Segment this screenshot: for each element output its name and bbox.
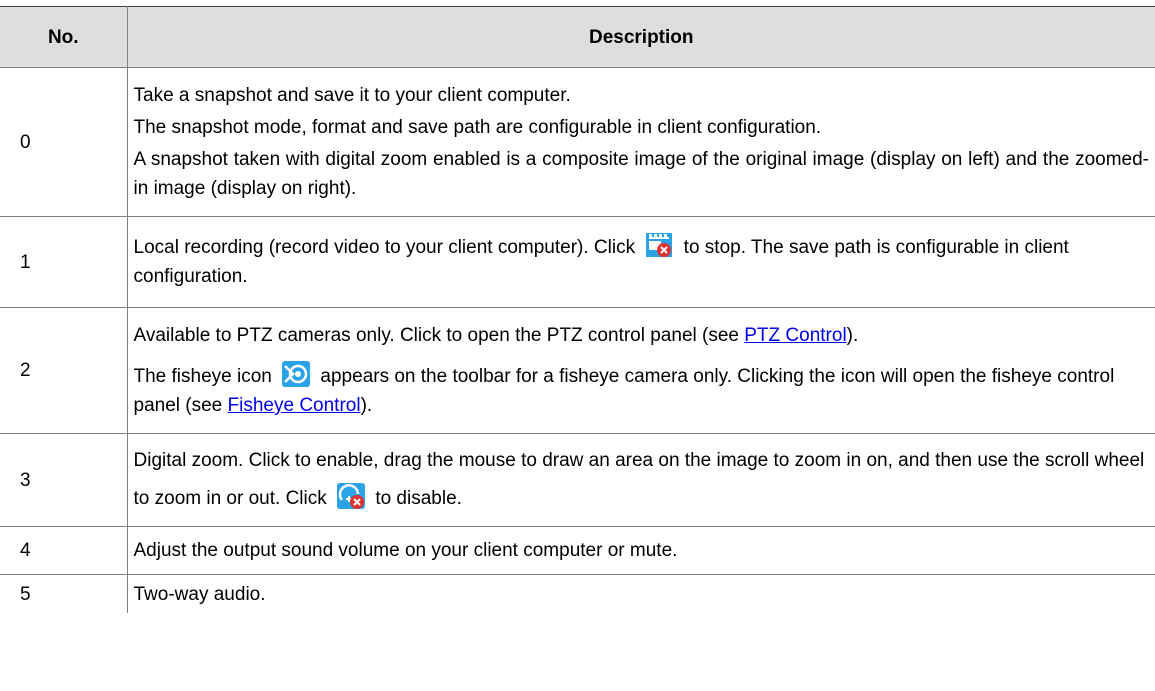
fisheye-control-link[interactable]: Fisheye Control [228, 395, 361, 416]
description-line: Local recording (record video to your cl… [133, 231, 1150, 291]
row-description: Two-way audio. [126, 574, 1155, 613]
table-header-row: No. Description [0, 6, 1155, 68]
description-text: to disable. [375, 488, 462, 509]
description-text: The fisheye icon [133, 366, 272, 387]
description-text: ). [360, 395, 373, 416]
stop-recording-icon [644, 231, 674, 259]
row-description: Local recording (record video to your cl… [126, 216, 1155, 308]
table-row: 5 Two-way audio. [0, 574, 1155, 613]
table-row: 1 Local recording (record video to your … [0, 216, 1155, 308]
table-row: 3 Digital zoom. Click to enable, drag th… [0, 433, 1155, 527]
fisheye-icon [281, 360, 311, 388]
ptz-control-link[interactable]: PTZ Control [744, 325, 846, 346]
header-no: No. [0, 6, 128, 68]
description-line: The fisheye icon appears on the toolbar … [133, 360, 1150, 420]
description-line: The snapshot mode, format and save path … [133, 117, 822, 138]
description-text: Digital zoom. Click to enable, drag the … [133, 450, 1145, 509]
description-text: Local recording (record video to your cl… [133, 237, 636, 258]
row-description: Digital zoom. Click to enable, drag the … [126, 433, 1155, 527]
row-number: 2 [0, 307, 128, 434]
table-row: 2 Available to PTZ cameras only. Click t… [0, 307, 1155, 434]
description-line: Take a snapshot and save it to your clie… [133, 85, 571, 106]
row-number: 4 [0, 526, 128, 575]
row-number: 5 [0, 574, 128, 613]
description-line: A snapshot taken with digital zoom enabl… [133, 149, 1150, 199]
table-row: 0 Take a snapshot and save it to your cl… [0, 67, 1155, 217]
description-text: Available to PTZ cameras only. Click to … [133, 325, 745, 346]
row-number: 0 [0, 67, 128, 217]
description-line: Digital zoom. Click to enable, drag the … [134, 442, 1150, 518]
disable-digital-zoom-icon [336, 482, 366, 510]
description-line: Available to PTZ cameras only. Click to … [134, 321, 1150, 350]
row-number: 3 [0, 433, 128, 527]
description-table: No. Description 0 Take a snapshot and sa… [0, 6, 1155, 613]
table-row: 4 Adjust the output sound volume on your… [0, 526, 1155, 575]
row-description: Available to PTZ cameras only. Click to … [126, 307, 1155, 434]
description-text: ). [846, 325, 859, 346]
row-description: Adjust the output sound volume on your c… [126, 526, 1155, 575]
header-description: Description [126, 6, 1155, 68]
row-description: Take a snapshot and save it to your clie… [126, 67, 1155, 217]
row-number: 1 [0, 216, 128, 308]
